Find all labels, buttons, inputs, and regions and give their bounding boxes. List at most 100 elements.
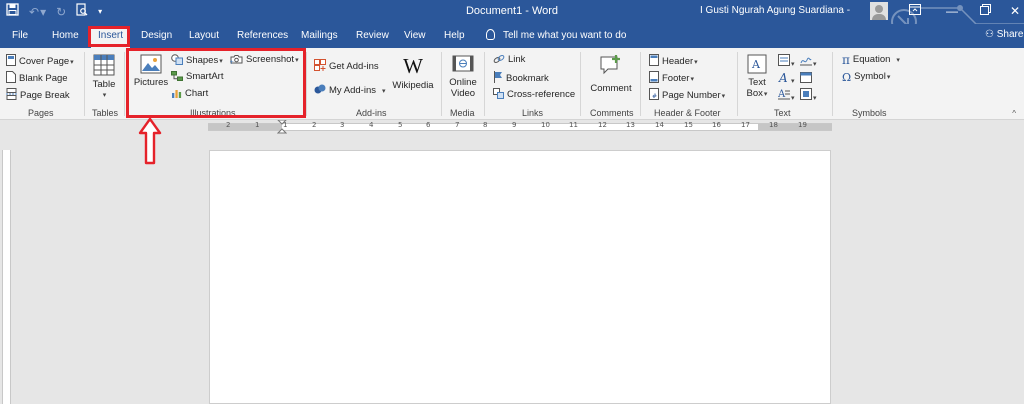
online-video-label-1: Online [449,77,477,88]
lightbulb-icon [486,29,495,40]
symbol-button[interactable]: Ω Symbol▾ [842,71,890,84]
tab-design[interactable]: Design [141,30,172,41]
bookmark-label: Bookmark [506,73,549,84]
pi-icon: π [842,53,850,67]
ribbon-tabs: File Home Insert Design Layout Reference… [0,24,1024,48]
group-separator [832,52,833,116]
text-box-button[interactable]: A Text Box▾ [742,54,772,100]
undo-icon[interactable]: ↶▾ [29,3,46,21]
get-addins-label: Get Add-ins [329,61,379,72]
person-icon: ⚇ [985,29,994,40]
save-icon[interactable] [6,3,19,21]
link-label: Link [508,54,526,65]
puzzle-icon [314,84,326,94]
cover-page-button[interactable]: Cover Page▾ [6,54,74,69]
signature-line-button[interactable]: ▾ [800,54,817,71]
drop-cap-button[interactable]: A ▾ [777,88,795,105]
wordart-icon: A [778,71,788,85]
comment-button[interactable]: Comment [586,54,636,94]
ruler-number: 3 [340,121,345,129]
signature-line-icon [800,57,812,66]
date-time-button[interactable] [800,71,812,87]
svg-text:A: A [778,71,788,83]
header-button[interactable]: Header▾ [649,54,698,69]
equation-label: Equation [852,54,891,65]
ruler-number: 4 [369,121,374,129]
cover-page-icon [6,54,16,66]
restore-icon[interactable] [980,4,991,18]
text-box-label-1: Text [748,77,766,88]
blank-page-label: Blank Page [19,73,68,84]
highlight-insert-tab [88,26,130,47]
title-bar: ↶▾ ↻ ▾ Document1 - Word I Gusti Ngurah A… [0,0,1024,41]
wikipedia-button[interactable]: W Wikipedia [390,54,436,91]
quick-access-toolbar: ↶▾ ↻ ▾ [6,3,102,21]
account-name[interactable]: I Gusti Ngurah Agung Suardiana - [700,5,850,16]
group-separator [124,52,125,116]
group-label-comments: Comments [590,108,634,118]
document-page[interactable] [209,150,831,404]
cross-reference-icon [493,88,504,99]
my-addins-label: My Add-ins [329,85,376,96]
svg-text:#: # [652,93,657,100]
tab-home[interactable]: Home [52,30,79,41]
tab-help[interactable]: Help [444,30,465,41]
ruler-left-margin [208,124,282,130]
tab-references[interactable]: References [237,30,288,41]
date-time-icon [800,72,812,83]
tell-me-label: Tell me what you want to do [503,30,627,41]
link-button[interactable]: Link [493,54,525,66]
cross-reference-button[interactable]: Cross-reference [493,88,575,101]
ribbon-display-options-icon[interactable] [909,4,921,18]
wordart-button[interactable]: A ▾ [778,71,795,88]
ruler-number: 1 [283,121,288,129]
ruler-number: 14 [655,121,664,129]
table-button[interactable]: Table ▾ [90,54,118,101]
share-button[interactable]: ⚇ Share [985,29,1023,40]
bookmark-button[interactable]: Bookmark [493,71,549,85]
page-break-button[interactable]: Page Break [6,88,70,102]
tab-layout[interactable]: Layout [189,30,219,41]
group-separator [441,52,442,116]
table-icon [93,54,115,76]
object-button[interactable]: ▾ [800,88,817,105]
table-dropdown-icon: ▾ [102,92,107,99]
page-break-label: Page Break [20,90,70,101]
customize-qat-icon[interactable]: ▾ [98,3,102,21]
close-icon[interactable]: ✕ [1010,4,1020,18]
up-arrow-annotation [138,117,162,165]
ruler-number: 1 [255,121,260,129]
ruler-track [208,123,832,131]
cover-page-label: Cover Page [19,56,70,67]
page-number-icon: # [649,88,659,100]
share-label: Share [996,29,1024,40]
vertical-ruler[interactable] [2,150,11,404]
online-video-icon [452,55,474,72]
quick-parts-button[interactable]: ▾ [778,54,795,71]
tell-me-search[interactable]: Tell me what you want to do [486,29,626,41]
blank-page-button[interactable]: Blank Page [6,71,68,85]
equation-button[interactable]: π Equation ▾ [842,54,900,67]
tab-file[interactable]: File [12,30,28,41]
minimize-icon[interactable]: — [946,4,958,18]
online-video-button[interactable]: Online Video [446,54,480,99]
header-icon [649,54,659,66]
redo-icon[interactable]: ↻ [56,3,66,21]
get-addins-button[interactable]: Get Add-ins [314,59,379,73]
collapse-ribbon-icon[interactable]: ^ [1012,109,1016,118]
print-preview-icon[interactable] [76,3,88,21]
group-separator [484,52,485,116]
tab-review[interactable]: Review [356,30,389,41]
page-number-button[interactable]: # Page Number▾ [649,88,725,103]
group-label-addins: Add-ins [356,108,387,118]
footer-button[interactable]: Footer▾ [649,71,694,86]
store-icon [314,59,326,71]
footer-icon [649,71,659,83]
tab-view[interactable]: View [404,30,426,41]
my-addins-button[interactable]: My Add-ins ▾ [314,83,386,98]
ruler-number: 7 [455,121,460,129]
tab-mailings[interactable]: Mailings [301,30,338,41]
header-label: Header [662,56,694,67]
ruler-number: 19 [798,121,807,129]
link-icon [493,55,505,63]
